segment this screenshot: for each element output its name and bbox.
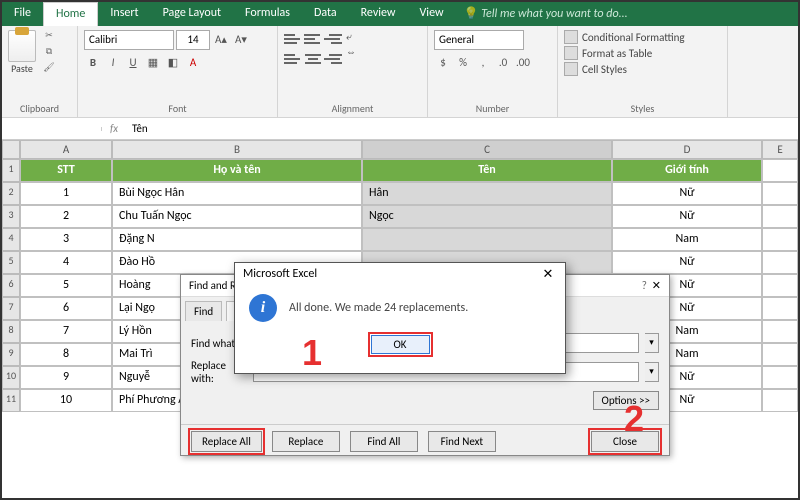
- find-what-dropdown[interactable]: ▾: [645, 333, 659, 353]
- ok-button[interactable]: OK: [371, 335, 430, 354]
- close-icon[interactable]: ✕: [652, 279, 661, 292]
- replace-with-dropdown[interactable]: ▾: [645, 362, 659, 382]
- callout-2: 2: [624, 398, 644, 440]
- help-icon[interactable]: ?: [642, 279, 647, 292]
- message-text: All done. We made 24 replacements.: [289, 301, 468, 315]
- close-icon[interactable]: ✕: [539, 267, 557, 282]
- tab-find[interactable]: Find: [185, 301, 222, 321]
- find-next-button[interactable]: Find Next: [428, 431, 496, 452]
- message-dialog: Microsoft Excel ✕ i All done. We made 24…: [234, 262, 566, 374]
- info-icon: i: [249, 294, 277, 322]
- callout-1: 1: [302, 332, 322, 374]
- message-title: Microsoft Excel: [243, 267, 317, 282]
- find-all-button[interactable]: Find All: [350, 431, 418, 452]
- replace-button[interactable]: Replace: [272, 431, 340, 452]
- replace-all-button[interactable]: Replace All: [191, 431, 262, 452]
